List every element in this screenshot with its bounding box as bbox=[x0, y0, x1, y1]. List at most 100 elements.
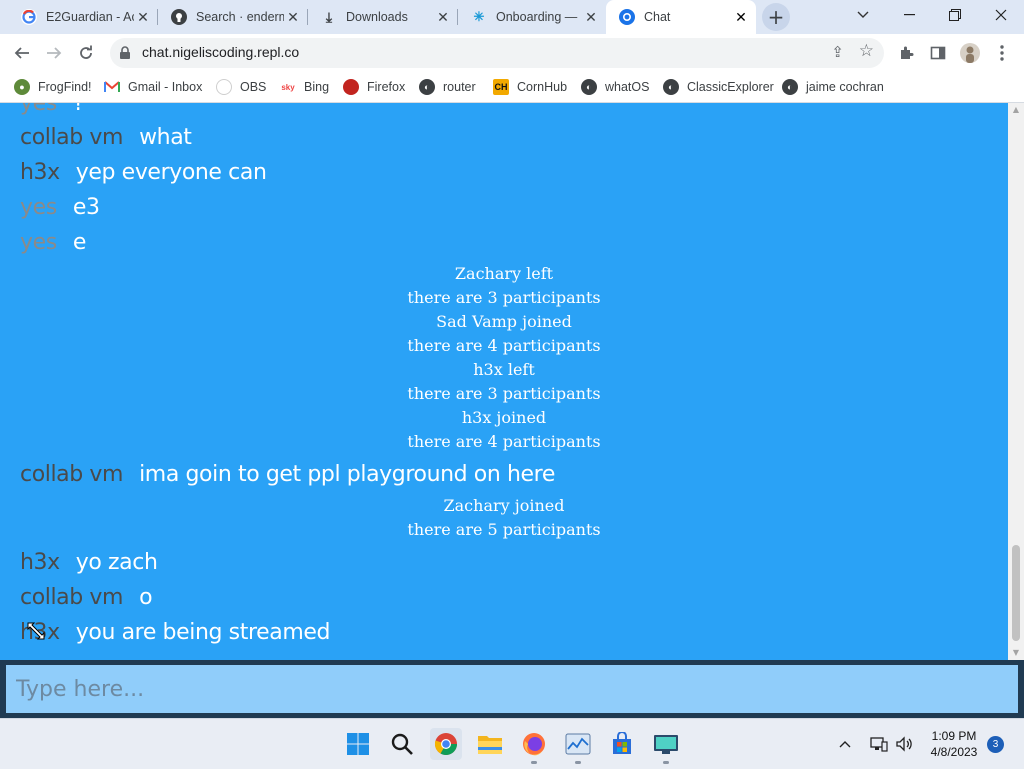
close-icon[interactable]: ✕ bbox=[582, 9, 600, 26]
forward-button[interactable] bbox=[40, 39, 68, 67]
chat-log: yes? collab vm what h3x yep everyone can y… bbox=[0, 103, 1008, 660]
bookmark-bing[interactable]: sky Bing bbox=[280, 78, 329, 96]
notification-badge[interactable]: 3 bbox=[987, 736, 1004, 753]
tab-strip: E2Guardian - Ac ✕ Search · enderm ✕ ⤓ Do… bbox=[0, 0, 1024, 34]
system-notice: there are 4 participants bbox=[407, 432, 601, 451]
message-text: e3 bbox=[72, 195, 100, 220]
bookmark-jaime-cochran[interactable]: ◐ jaime cochran bbox=[782, 78, 884, 96]
tab-title: E2Guardian - Ac bbox=[46, 10, 134, 24]
bookmark-firefox[interactable]: Firefox bbox=[343, 78, 405, 96]
scroll-up-arrow[interactable]: ▲ bbox=[1008, 103, 1024, 117]
bookmark-label: jaime cochran bbox=[806, 80, 884, 94]
message-text: yep everyone can bbox=[75, 160, 267, 185]
message-text: ima goin to get ppl playground on here bbox=[139, 462, 555, 487]
microsoft-store-icon[interactable] bbox=[606, 728, 638, 760]
bookmark-classicexplorer[interactable]: ◐ ClassicExplorer bbox=[663, 78, 774, 96]
scroll-down-arrow[interactable]: ▼ bbox=[1008, 646, 1024, 660]
bookmark-label: whatOS bbox=[605, 80, 650, 94]
message-text: e bbox=[72, 230, 87, 255]
tab-onboarding[interactable]: ✳ Onboarding — ✕ bbox=[458, 0, 606, 34]
show-hidden-icons-chevron-icon[interactable] bbox=[839, 719, 851, 769]
tab-title: Chat bbox=[644, 10, 671, 24]
tab-downloads[interactable]: ⤓ Downloads ✕ bbox=[308, 0, 458, 34]
task-manager-icon[interactable] bbox=[562, 728, 594, 764]
bing-icon: sky bbox=[281, 82, 295, 92]
reload-button[interactable] bbox=[72, 39, 100, 67]
system-notice: h3x left bbox=[473, 360, 535, 379]
message-text: o bbox=[139, 585, 153, 610]
bookmark-gmail[interactable]: Gmail - Inbox bbox=[104, 78, 202, 96]
close-icon[interactable]: ✕ bbox=[284, 9, 302, 26]
menu-icon[interactable] bbox=[988, 39, 1016, 67]
close-window-button[interactable] bbox=[978, 0, 1024, 30]
address-bar[interactable]: chat.nigeliscoding.repl.co ⇪ ☆ bbox=[110, 38, 884, 68]
chat-message: h3x yep everyone can bbox=[20, 160, 267, 190]
bookmark-label: OBS bbox=[240, 80, 267, 94]
message-username: h3x bbox=[20, 550, 60, 575]
system-notice: there are 3 participants bbox=[407, 384, 601, 403]
share-icon[interactable]: ⇪ bbox=[831, 43, 844, 61]
tab-search-chevron-icon[interactable] bbox=[840, 0, 886, 30]
new-tab-button[interactable]: + bbox=[762, 3, 790, 31]
message-username: collab vm bbox=[20, 585, 124, 610]
tab-title: Onboarding — bbox=[496, 10, 578, 24]
close-icon[interactable]: ✕ bbox=[732, 9, 750, 26]
tab-github-search[interactable]: Search · enderm ✕ bbox=[158, 0, 308, 34]
firefox-icon[interactable] bbox=[518, 728, 550, 764]
tab-title: Search · enderm bbox=[196, 10, 284, 24]
volume-icon[interactable] bbox=[895, 719, 913, 769]
message-input[interactable] bbox=[6, 665, 1018, 713]
download-icon: ⤓ bbox=[325, 8, 333, 25]
back-button[interactable] bbox=[8, 39, 36, 67]
bookmark-obs[interactable]: OBS bbox=[216, 78, 266, 96]
clock-date: 4/8/2023 bbox=[930, 745, 978, 759]
url-text[interactable]: chat.nigeliscoding.repl.co bbox=[142, 44, 299, 60]
bookmark-cornhub[interactable]: CH CornHub bbox=[493, 78, 567, 96]
chat-message: collab vm ima goin to get ppl playground … bbox=[20, 462, 555, 492]
system-notice: there are 3 participants bbox=[407, 288, 601, 307]
taskbar: 1:09 PM 4/8/2023 3 bbox=[0, 718, 1024, 769]
bookmark-frogfind[interactable]: ● FrogFind! bbox=[14, 78, 92, 96]
browser-toolbar: chat.nigeliscoding.repl.co ⇪ ☆ bbox=[0, 34, 1024, 72]
system-notice: Zachary left bbox=[454, 264, 554, 283]
extensions-icon[interactable] bbox=[892, 39, 920, 67]
chrome-icon[interactable] bbox=[430, 728, 462, 760]
lock-icon[interactable] bbox=[119, 46, 131, 60]
restore-button[interactable] bbox=[932, 0, 978, 30]
bookmarks-bar: ● FrogFind! Gmail - Inbox OBS sky Bing F… bbox=[0, 72, 1024, 103]
globe-icon: ◐ bbox=[581, 79, 597, 95]
tab-chat[interactable]: Chat ✕ bbox=[606, 0, 756, 34]
scrollbar-thumb[interactable] bbox=[1012, 545, 1020, 641]
search-icon[interactable] bbox=[386, 728, 418, 760]
message-username: yes bbox=[20, 103, 57, 116]
firefox-icon bbox=[343, 79, 359, 95]
profile-avatar[interactable] bbox=[956, 39, 984, 67]
network-icon[interactable] bbox=[870, 719, 888, 769]
close-icon[interactable]: ✕ bbox=[434, 9, 452, 26]
chat-message: collab vm o bbox=[20, 585, 153, 615]
vertical-scrollbar[interactable]: ▲ ▼ bbox=[1008, 103, 1024, 660]
bookmark-whatos[interactable]: ◐ whatOS bbox=[581, 78, 649, 96]
bookmark-star-icon[interactable]: ☆ bbox=[859, 41, 874, 61]
system-notice: Zachary joined bbox=[443, 496, 565, 515]
message-username: collab vm bbox=[20, 462, 124, 487]
tab-e2guardian[interactable]: E2Guardian - Ac ✕ bbox=[8, 0, 158, 34]
bookmark-label: Firefox bbox=[367, 80, 406, 94]
chat-message: yes e bbox=[20, 230, 86, 260]
obs-icon bbox=[216, 79, 232, 95]
message-text: ? bbox=[72, 103, 85, 116]
windows-start-icon[interactable] bbox=[342, 728, 374, 760]
message-username: collab vm bbox=[20, 125, 124, 150]
clock[interactable]: 1:09 PM 4/8/2023 bbox=[922, 728, 986, 760]
message-username: h3x bbox=[20, 160, 60, 185]
bookmark-label: FrogFind! bbox=[38, 80, 92, 94]
minimize-button[interactable] bbox=[886, 0, 932, 30]
remote-desktop-icon[interactable] bbox=[650, 728, 682, 764]
bookmark-router[interactable]: ◐ router bbox=[419, 78, 476, 96]
file-explorer-icon[interactable] bbox=[474, 728, 506, 760]
bookmark-label: ClassicExplorer bbox=[687, 80, 774, 94]
frog-icon: ● bbox=[14, 79, 30, 95]
close-icon[interactable]: ✕ bbox=[134, 9, 152, 26]
system-notice: there are 4 participants bbox=[407, 336, 601, 355]
side-panel-icon[interactable] bbox=[924, 39, 952, 67]
